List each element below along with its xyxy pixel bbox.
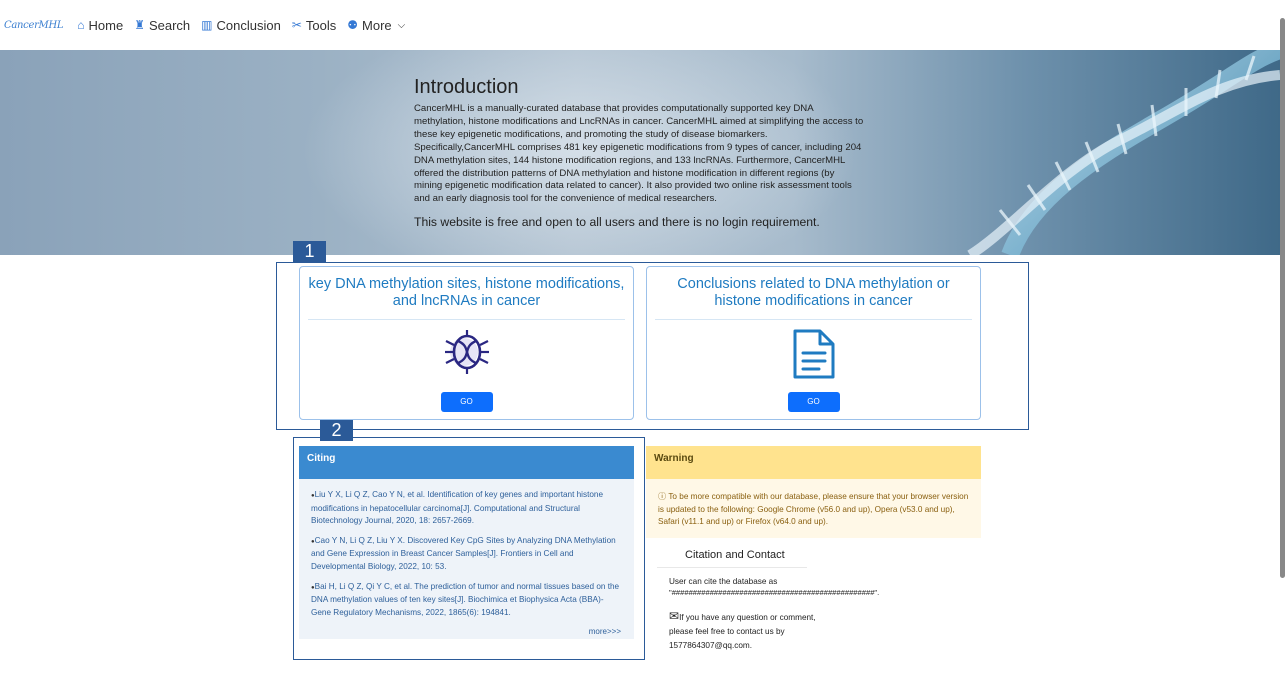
citing-panel: Citing Liu Y X, Li Q Z, Cao Y N, et al. … <box>299 446 634 639</box>
nav-tools-label: Tools <box>305 17 337 33</box>
go-button-conclusions[interactable]: GO <box>787 392 840 412</box>
intro-section: Introduction CancerMHL is a manually-cur… <box>414 76 864 229</box>
card-key-modifications: key DNA methylation sites, histone modif… <box>299 266 634 420</box>
contact-title: Citation and Contact <box>657 549 807 568</box>
more-icon: ⚉ <box>347 18 359 32</box>
annotation-marker-1: 1 <box>293 241 326 262</box>
card-conclusions-title[interactable]: Conclusions related to DNA methylation o… <box>655 276 972 310</box>
search-icon: ♜ <box>134 18 145 32</box>
cite-text: User can cite the database as <box>669 577 778 586</box>
chevron-down-icon: ⌵ <box>397 19 406 31</box>
nav-tools[interactable]: ✂ Tools <box>292 18 336 33</box>
intro-title: Introduction <box>414 76 519 98</box>
card-divider <box>655 319 972 320</box>
warning-header: Warning <box>646 446 981 479</box>
more-link[interactable]: more>>> <box>589 627 621 636</box>
nav-more[interactable]: ⚉ More ⌵ <box>347 18 405 33</box>
hero-banner: Introduction CancerMHL is a manually-cur… <box>0 50 1280 255</box>
page-scrollbar[interactable] <box>1280 18 1285 578</box>
dna-helix-image <box>967 50 1280 255</box>
intro-body: CancerMHL is a manually-curated database… <box>414 103 864 205</box>
nav-more-label: More <box>362 17 392 33</box>
nav-conclusion[interactable]: ▥ Conclusion <box>201 18 281 33</box>
dna-bug-icon <box>444 330 489 374</box>
nav-search-label: Search <box>148 17 191 33</box>
home-icon: ⌂ <box>77 18 85 32</box>
top-navbar: CancerMHL ⌂ Home ♜ Search ▥ Conclusion ✂… <box>0 0 1285 50</box>
citation-contact-section: Citation and Contact User can cite the d… <box>657 549 880 653</box>
envelope-icon: ✉ <box>669 609 680 624</box>
card-divider <box>308 319 625 320</box>
citation-item[interactable]: Bai H, Li Q Z, Qi Y C, et al. The predic… <box>311 581 622 620</box>
warning-message: ⓘ To be more compatible with our databas… <box>646 479 981 529</box>
card-conclusions: Conclusions related to DNA methylation o… <box>646 266 981 420</box>
cite-placeholder: "#######################################… <box>669 588 880 598</box>
intro-free-text: This website is free and open to all use… <box>414 215 820 230</box>
nav-conclusion-label: Conclusion <box>216 17 281 33</box>
tools-icon: ✂ <box>291 18 302 32</box>
nav-home[interactable]: ⌂ Home <box>77 18 123 33</box>
document-icon <box>793 329 834 379</box>
contact-mail-row: ✉If you have any question or comment, pl… <box>657 609 817 653</box>
info-circle-icon: ⓘ <box>658 492 667 501</box>
go-button-key-modifications[interactable]: GO <box>440 392 493 412</box>
site-logo[interactable]: CancerMHL <box>4 20 64 31</box>
nav-search[interactable]: ♜ Search <box>134 18 190 33</box>
nav-home-label: Home <box>88 17 124 33</box>
card-key-modifications-title[interactable]: key DNA methylation sites, histone modif… <box>308 276 625 310</box>
contact-mail-text[interactable]: If you have any question or comment, ple… <box>669 613 816 650</box>
citing-header: Citing <box>299 446 634 479</box>
bar-chart-icon: ▥ <box>201 18 213 32</box>
warning-text: To be more compatible with our database,… <box>658 492 969 527</box>
citing-list: Liu Y X, Li Q Z, Cao Y N, et al. Identif… <box>299 479 634 619</box>
warning-panel: Warning ⓘ To be more compatible with our… <box>646 446 981 538</box>
citation-item[interactable]: Cao Y N, Li Q Z, Liu Y X. Discovered Key… <box>311 535 622 574</box>
citation-item[interactable]: Liu Y X, Li Q Z, Cao Y N, et al. Identif… <box>311 489 622 528</box>
